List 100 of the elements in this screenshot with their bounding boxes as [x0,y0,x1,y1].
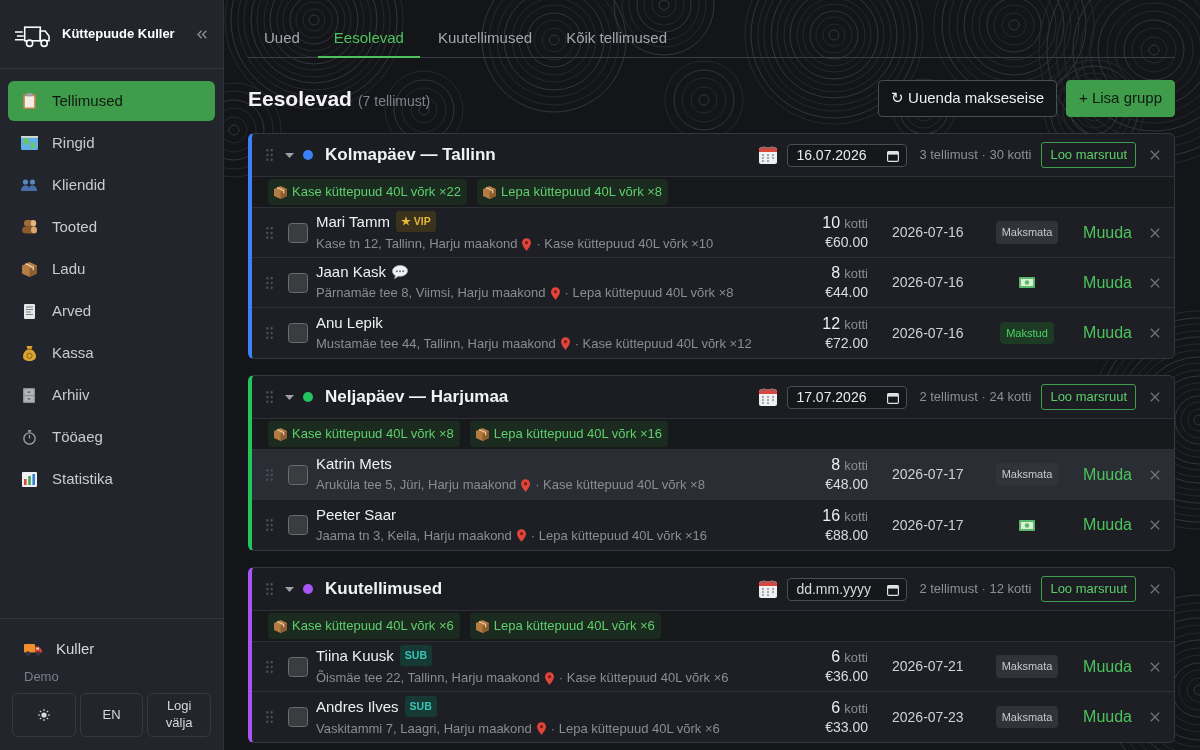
sidebar-item[interactable]: Arhiiv [8,375,215,415]
payment-status: Maksmata [995,705,1059,729]
sun-icon [37,709,50,722]
drag-handle-icon[interactable] [266,660,273,673]
sidebar-item[interactable]: Tooted [8,207,215,247]
delete-icon[interactable] [1150,328,1160,338]
drag-handle-icon[interactable] [266,226,273,239]
box-icon [475,427,489,441]
checkbox[interactable] [288,323,308,343]
caret-icon[interactable] [285,152,294,158]
delete-icon[interactable] [1150,277,1160,288]
date-field[interactable]: 16.07.2026 [787,143,908,167]
calendar-icon[interactable] [887,583,900,596]
logs-icon [21,220,37,234]
calendar-icon[interactable] [887,149,900,162]
close-icon[interactable] [1150,584,1160,594]
drag-handle-icon[interactable] [266,149,273,161]
edit-link[interactable]: Muuda [1083,220,1132,245]
group-summary: 2 tellimust · 24 kotti [919,388,1032,407]
map-pin-icon [521,478,531,492]
customer-name: Peeter Saar [316,504,397,524]
delete-icon[interactable] [1150,712,1160,722]
banknote-icon [1019,519,1035,531]
map-pin-icon [560,337,570,350]
route-button[interactable]: Loo marsruut [1041,142,1136,168]
sub-badge: SUB [399,645,432,667]
delivery-date: 2026-07-21 [892,658,964,674]
drag-handle-icon[interactable] [266,583,273,595]
edit-link[interactable]: Muuda [1083,705,1132,729]
calendar-icon [759,146,778,164]
sidebar-item[interactable]: Kassa [8,333,215,373]
delete-icon[interactable] [1150,227,1160,238]
bag-count: 6 [831,648,841,665]
drag-handle-icon[interactable] [266,468,273,481]
edit-link[interactable]: Muuda [1083,462,1132,487]
checkbox[interactable] [288,515,308,535]
delivery-date: 2026-07-17 [892,516,964,533]
bag-unit: kotti [844,316,868,332]
edit-link[interactable]: Muuda [1083,654,1132,679]
product-label: Kase küttepuud 40L võrk ×22 [292,183,461,202]
address-text: Pärnamäe tee 8, Viimsi, Harju maakond [316,284,546,303]
drag-handle-icon[interactable] [266,327,273,339]
address-text: Õismäe tee 22, Tallinn, Harju maakond [316,669,540,688]
date-field[interactable]: 17.07.2026 [787,385,908,409]
theme-button[interactable] [12,693,76,737]
delete-icon[interactable] [1150,661,1160,672]
drag-handle-icon[interactable] [266,276,273,289]
delete-icon[interactable] [1150,520,1160,530]
bag-unit: kotti [844,650,868,665]
product-text: · Lepa küttepuud 40L võrk ×6 [550,719,720,738]
sidebar-button[interactable]: EN [79,693,144,737]
checkbox[interactable] [288,656,308,677]
close-icon[interactable] [1150,392,1160,402]
add-group-button[interactable]: + Lisa grupp [1066,80,1175,117]
checkbox[interactable] [288,272,308,293]
date-field[interactable]: dd.mm.yyyy [787,577,908,601]
drag-handle-icon[interactable] [266,391,273,403]
checkbox[interactable] [288,464,308,485]
refresh-button[interactable]: ↻ Uuenda makseseise [877,80,1057,117]
sidebar-item[interactable]: Statistika [8,459,215,499]
caret-icon[interactable] [285,394,294,400]
product-text: · Lepa küttepuud 40L võrk ×8 [564,284,734,303]
tab[interactable]: Kõik tellimused [550,20,684,58]
product-label: Lepa küttepuud 40L võrk ×16 [493,425,663,444]
customer-name: Mari Tamm [316,212,390,232]
delivery-date: 2026-07-16 [892,324,964,341]
order-price: €72.00 [825,333,868,352]
sidebar-item[interactable]: Ringid [8,123,215,163]
checkbox[interactable] [288,222,308,243]
tab[interactable]: Kuutellimused [421,20,549,58]
sidebar-button[interactable]: Logi välja [147,693,211,737]
sidebar-item[interactable]: Ladu [8,249,215,289]
close-icon[interactable] [1150,150,1160,160]
bag-count: 6 [831,698,841,716]
caret-icon[interactable] [285,586,294,592]
banknote-icon [1019,277,1035,288]
map-icon [20,136,38,150]
sidebar-item[interactable]: Arved [8,291,215,331]
sidebar-item[interactable]: Tööaeg [8,417,215,457]
box-icon [274,427,287,441]
tab[interactable]: Eesolevad [317,20,420,58]
edit-link[interactable]: Muuda [1083,321,1132,345]
delete-icon[interactable] [1150,469,1160,480]
bag-unit: kotti [844,700,868,716]
calendar-icon[interactable] [887,391,900,404]
edit-link[interactable]: Muuda [1083,513,1132,537]
truck-icon [24,643,42,656]
sidebar-item[interactable]: Tellimused [8,81,215,121]
checkbox[interactable] [288,707,308,727]
drag-handle-icon[interactable] [266,519,273,531]
collapse-icon[interactable] [197,29,207,39]
sidebar-item[interactable]: Kliendid [8,165,215,205]
product-label: Lepa küttepuud 40L võrk ×6 [493,617,655,636]
route-button[interactable]: Loo marsruut [1041,384,1136,410]
drag-handle-icon[interactable] [266,711,273,723]
edit-link[interactable]: Muuda [1083,270,1132,295]
bag-count: 8 [831,456,841,473]
route-button[interactable]: Loo marsruut [1041,576,1136,602]
map-pin-icon [544,671,554,685]
product-text: · Kase küttepuud 40L võrk ×10 [536,235,714,254]
